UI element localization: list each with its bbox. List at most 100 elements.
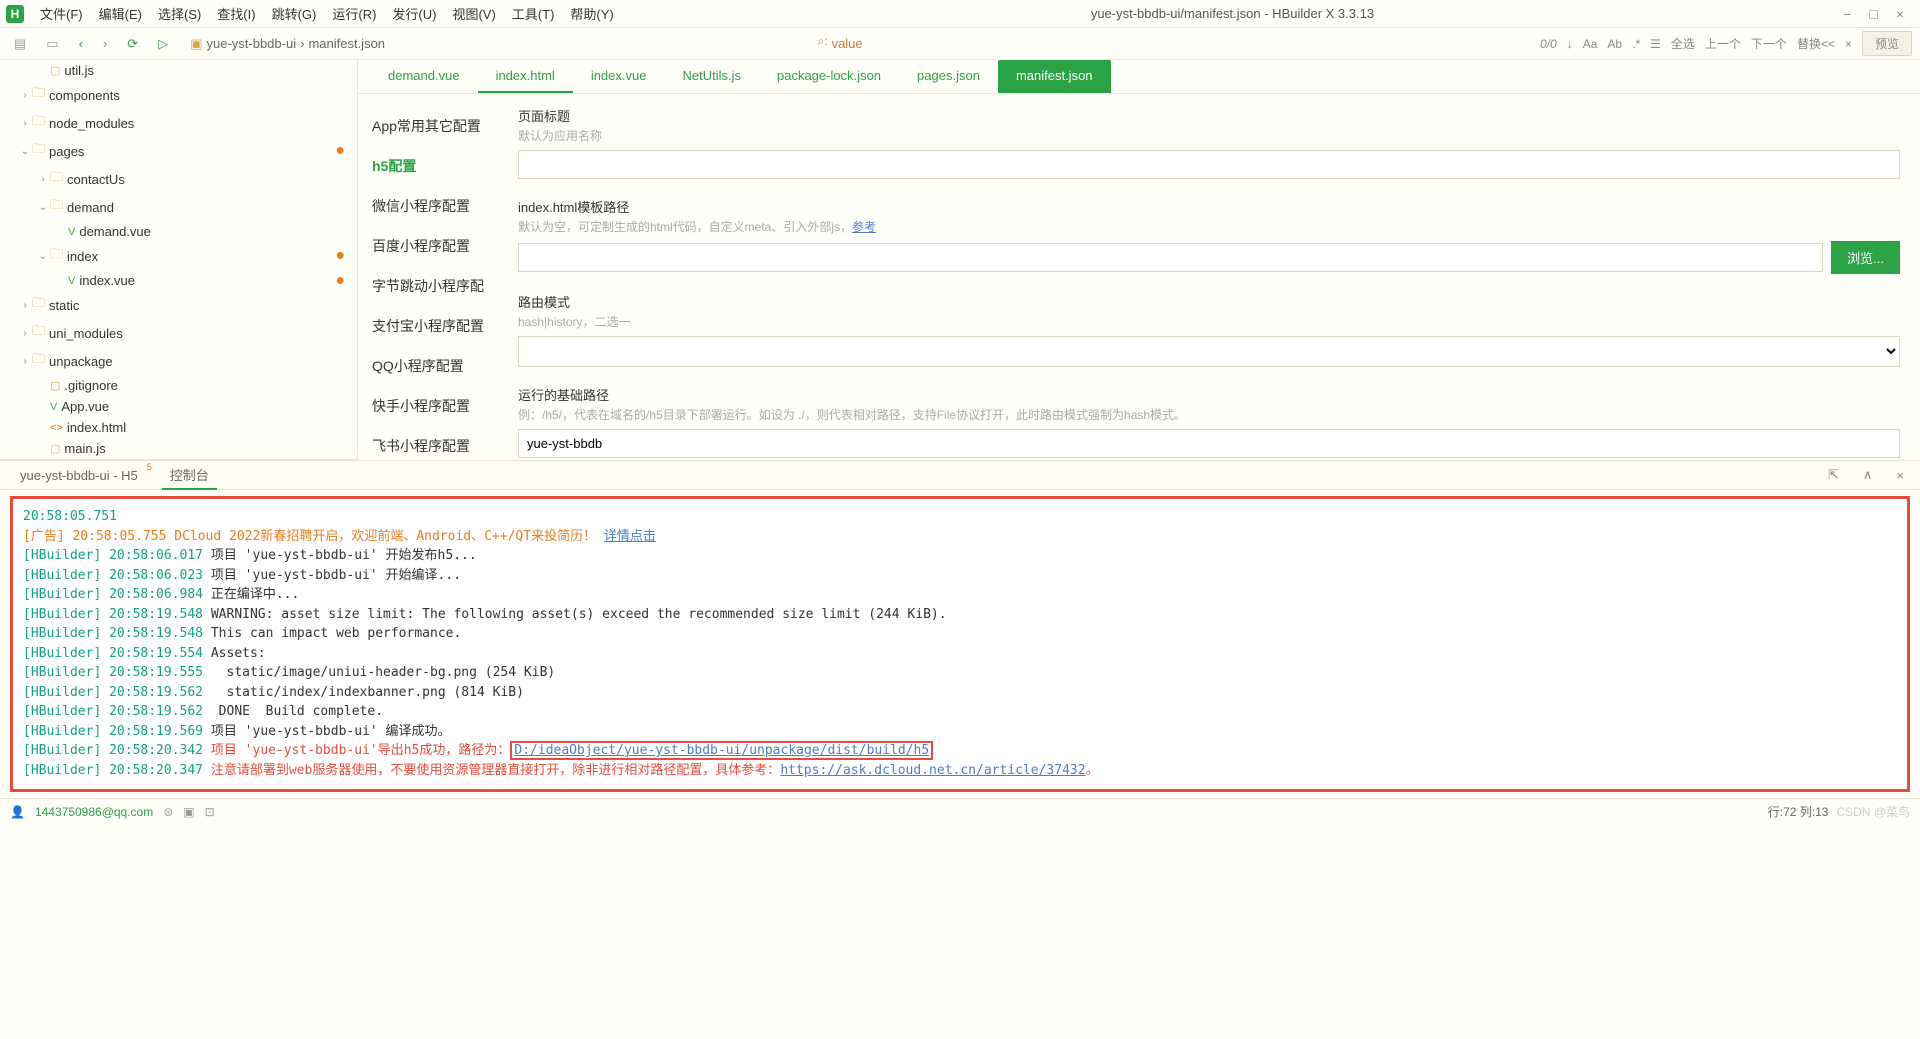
regex-toggle[interactable]: .* xyxy=(1632,37,1640,51)
config-nav-7[interactable]: 快手小程序配置 xyxy=(358,386,498,426)
tab-demand.vue[interactable]: demand.vue xyxy=(370,60,478,93)
chevron-icon: ⌄ xyxy=(36,202,50,213)
config-nav-4[interactable]: 字节跳动小程序配 xyxy=(358,266,498,306)
menu-4[interactable]: 跳转(G) xyxy=(264,7,325,22)
menu-9[interactable]: 帮助(Y) xyxy=(562,7,621,22)
tab-index.vue[interactable]: index.vue xyxy=(573,60,665,93)
watermark: CSDN @菜鸟 xyxy=(1836,803,1910,820)
panel-close-icon[interactable]: × xyxy=(1892,468,1908,483)
template-hint-link[interactable]: 参考 xyxy=(852,220,876,234)
menu-6[interactable]: 发行(U) xyxy=(384,7,444,22)
console-link[interactable]: D:/ideaObject/yue-yst-bbdb-ui/unpackage/… xyxy=(510,741,933,760)
preview-button[interactable]: 预览 xyxy=(1862,31,1912,56)
tree-item-static[interactable]: ›🗀static xyxy=(0,291,357,319)
forward-icon[interactable]: › xyxy=(97,36,113,51)
case-toggle[interactable]: Aa xyxy=(1583,37,1598,51)
tree-item-index[interactable]: ⌄🗀index● xyxy=(0,242,357,270)
search-counter: 0/0 xyxy=(1540,37,1557,51)
breadcrumb: ▣ yue-yst-bbdb-ui › manifest.json xyxy=(190,36,385,52)
tree-item-pages[interactable]: ⌄🗀pages● xyxy=(0,137,357,165)
menu-5[interactable]: 运行(R) xyxy=(324,7,384,22)
config-nav-2[interactable]: 微信小程序配置 xyxy=(358,186,498,226)
tree-label: static xyxy=(49,298,79,313)
open-file-icon[interactable]: ▭ xyxy=(40,36,64,52)
breadcrumb-root[interactable]: yue-yst-bbdb-ui xyxy=(206,36,296,51)
breadcrumb-file[interactable]: manifest.json xyxy=(308,36,385,51)
tree-item-uni_modules[interactable]: ›🗀uni_modules xyxy=(0,319,357,347)
console-link[interactable]: https://ask.dcloud.net.cn/article/37432 xyxy=(780,763,1085,778)
tree-item-index.html[interactable]: <>index.html xyxy=(0,417,357,438)
menu-8[interactable]: 工具(T) xyxy=(504,7,563,22)
select-all-button[interactable]: 全选 xyxy=(1671,35,1695,52)
template-input[interactable] xyxy=(518,243,1823,272)
route-select[interactable] xyxy=(518,336,1900,367)
tree-item-util.js[interactable]: ▢util.js xyxy=(0,60,357,81)
breadcrumb-root-icon: ▣ xyxy=(190,36,202,52)
tree-item-demand[interactable]: ⌄🗀demand xyxy=(0,193,357,221)
status-icon-1[interactable]: ⊜ xyxy=(163,805,173,819)
file-icon: ▢ xyxy=(50,442,60,455)
tree-item-main.js[interactable]: ▢ main.js xyxy=(0,438,357,459)
tree-item-demand.vue[interactable]: Vdemand.vue xyxy=(0,221,357,242)
config-nav-6[interactable]: QQ小程序配置 xyxy=(358,346,498,386)
tree-item-unpackage[interactable]: ›🗀unpackage xyxy=(0,347,357,375)
panel-popout-icon[interactable]: ⇱ xyxy=(1824,467,1843,483)
tree-label: main.js xyxy=(64,441,105,456)
browse-button[interactable]: 浏览... xyxy=(1831,241,1900,274)
chevron-icon: ⌄ xyxy=(18,146,32,157)
file-icon: V xyxy=(68,275,75,287)
console-output[interactable]: 20:58:05.751[广告] 20:58:05.755 DCloud 202… xyxy=(10,496,1910,792)
menu-1[interactable]: 编辑(E) xyxy=(91,7,150,22)
down-arrow-icon[interactable]: ↓ xyxy=(1567,37,1573,51)
new-file-icon[interactable]: ▤ xyxy=(8,36,32,52)
config-nav-3[interactable]: 百度小程序配置 xyxy=(358,226,498,266)
config-nav-1[interactable]: h5配置 xyxy=(358,146,498,186)
options-icon[interactable]: ☰ xyxy=(1650,37,1661,51)
run-icon[interactable]: ▷ xyxy=(152,36,174,52)
menu-7[interactable]: 视图(V) xyxy=(444,7,503,22)
sync-icon[interactable]: ⟳ xyxy=(121,36,144,52)
tree-label: node_modules xyxy=(49,116,134,131)
tree-item-index.vue[interactable]: Vindex.vue● xyxy=(0,270,357,291)
tree-item-App.vue[interactable]: VApp.vue xyxy=(0,396,357,417)
close-button[interactable]: × xyxy=(1896,6,1904,22)
next-button[interactable]: 下一个 xyxy=(1751,35,1787,52)
tree-item-components[interactable]: ›🗀components xyxy=(0,81,357,109)
tree-item-contactUs[interactable]: ›🗀contactUs xyxy=(0,165,357,193)
tree-label: index.vue xyxy=(79,273,135,288)
tree-item-.gitignore[interactable]: ▢.gitignore xyxy=(0,375,357,396)
file-icon: <> xyxy=(50,422,63,434)
close-search-button[interactable]: × xyxy=(1845,37,1852,51)
panel-collapse-icon[interactable]: ∧ xyxy=(1859,467,1877,483)
back-icon[interactable]: ‹ xyxy=(73,36,89,51)
tab-manifest.json[interactable]: manifest.json xyxy=(998,60,1111,93)
config-nav-8[interactable]: 飞书小程序配置 xyxy=(358,426,498,460)
tab-pages.json[interactable]: pages.json xyxy=(899,60,998,93)
status-icon-2[interactable]: ▣ xyxy=(183,805,194,819)
maximize-button[interactable]: □ xyxy=(1869,6,1877,22)
user-email[interactable]: 1443750986@qq.com xyxy=(35,805,153,819)
menu-3[interactable]: 查找(I) xyxy=(209,7,263,22)
tree-item-node_modules[interactable]: ›🗀node_modules xyxy=(0,109,357,137)
search-input[interactable] xyxy=(828,34,1108,53)
status-icon-3[interactable]: ⊡ xyxy=(205,805,215,819)
chevron-icon: › xyxy=(18,118,32,129)
search-tools: 0/0 ↓ Aa Ab .* ☰ 全选 上一个 下一个 替换<< × 预览 xyxy=(1540,31,1912,56)
tab-package-lock.json[interactable]: package-lock.json xyxy=(759,60,899,93)
config-nav-5[interactable]: 支付宝小程序配置 xyxy=(358,306,498,346)
tab-index.html[interactable]: index.html xyxy=(478,60,573,93)
basepath-input[interactable] xyxy=(518,429,1900,458)
panel-tab-console[interactable]: 控制台 xyxy=(162,461,217,490)
word-toggle[interactable]: Ab xyxy=(1607,37,1622,51)
menu-0[interactable]: 文件(F) xyxy=(32,7,91,22)
prev-button[interactable]: 上一个 xyxy=(1705,35,1741,52)
panel-tab-build[interactable]: yue-yst-bbdb-ui - H55 xyxy=(12,464,146,487)
page-title-input[interactable] xyxy=(518,150,1900,179)
menu-2[interactable]: 选择(S) xyxy=(150,7,209,22)
tree-label: .gitignore xyxy=(64,378,117,393)
config-nav-0[interactable]: App常用其它配置 xyxy=(358,106,498,146)
tab-NetUtils.js[interactable]: NetUtils.js xyxy=(664,60,759,93)
minimize-button[interactable]: − xyxy=(1843,6,1851,22)
console-link[interactable]: 详情点击 xyxy=(604,529,656,544)
replace-button[interactable]: 替换<< xyxy=(1797,35,1835,52)
